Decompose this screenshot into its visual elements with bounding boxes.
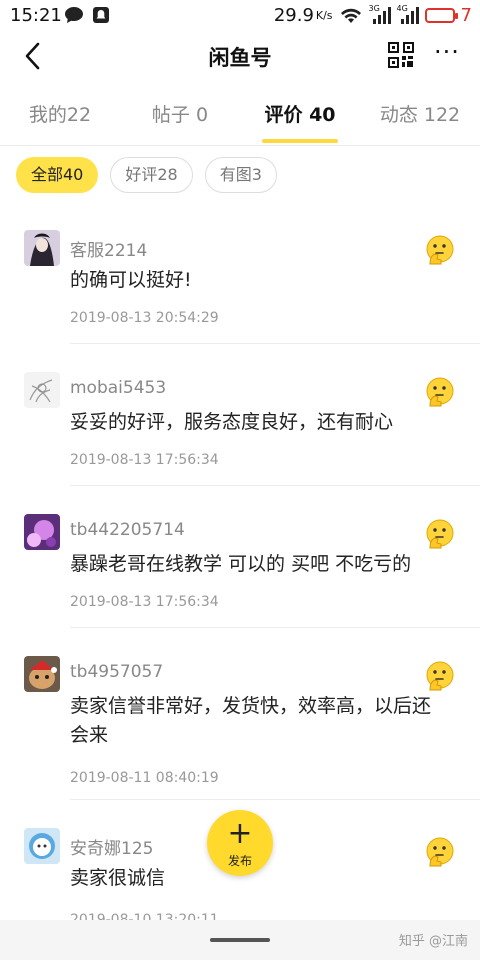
filter-bar: 全部40 好评28 有图3 xyxy=(16,157,277,193)
wifi-icon xyxy=(340,8,361,23)
active-tab-indicator xyxy=(262,139,338,143)
list-item[interactable]: tb4957057 卖家信誉非常好，发货快，效率高，以后还会来 2019-08-… xyxy=(0,638,480,800)
chat-bubble-icon xyxy=(65,7,83,23)
qr-code-icon xyxy=(388,42,414,68)
filter-positive[interactable]: 好评28 xyxy=(110,157,193,193)
review-text: 暴躁老哥在线教学 可以的 买吧 不吃亏的 xyxy=(70,553,412,575)
signal-2-label: 4G xyxy=(396,3,408,13)
list-item[interactable]: mobai5453 妥妥的好评，服务态度良好，还有耐心 2019-08-13 1… xyxy=(0,354,480,486)
tab-activity[interactable]: 动态 122 xyxy=(360,88,480,145)
divider xyxy=(70,627,480,628)
divider xyxy=(70,485,480,486)
avatar[interactable] xyxy=(24,656,60,692)
timestamp: 2019-08-13 17:56:34 xyxy=(70,594,219,610)
nav-bar: 闲鱼号 ··· xyxy=(0,32,480,80)
avatar[interactable] xyxy=(24,514,60,550)
divider xyxy=(70,799,480,800)
tab-label: 评价 40 xyxy=(264,104,336,126)
timestamp: 2019-08-13 20:54:29 xyxy=(70,310,219,326)
notification-bell-icon xyxy=(93,7,109,23)
list-item[interactable]: 客服2214 的确可以挺好! 2019-08-13 20:54:29 xyxy=(0,212,480,344)
battery-level: 7 xyxy=(460,5,472,26)
more-button[interactable]: ··· xyxy=(430,40,464,70)
tab-mine[interactable]: 我的22 xyxy=(0,88,120,145)
review-text: 妥妥的好评，服务态度良好，还有耐心 xyxy=(70,411,394,433)
avatar[interactable] xyxy=(24,828,60,864)
publish-button[interactable]: + 发布 xyxy=(207,810,273,876)
username: tb442205714 xyxy=(70,520,185,540)
filter-with-images[interactable]: 有图3 xyxy=(204,157,277,193)
review-text: 卖家信誉非常好，发货快，效率高，以后还会来 xyxy=(70,695,432,746)
network-speed: 29.9 xyxy=(273,5,314,26)
battery-icon xyxy=(424,8,458,23)
tab-bar: 我的22 帖子 0 评价 40 动态 122 xyxy=(0,88,480,146)
plus-icon: + xyxy=(227,816,253,851)
list-item[interactable]: tb442205714 暴躁老哥在线教学 可以的 买吧 不吃亏的 2019-08… xyxy=(0,496,480,628)
thinking-emoji-icon xyxy=(426,377,454,407)
thinking-emoji-icon xyxy=(426,661,454,691)
network-speed-unit: K/s xyxy=(315,9,333,22)
thinking-emoji-icon xyxy=(426,235,454,265)
username: 客服2214 xyxy=(70,241,148,261)
watermark: 知乎 @江南 xyxy=(398,934,468,949)
tab-reviews[interactable]: 评价 40 xyxy=(240,88,360,145)
username: tb4957057 xyxy=(70,662,164,682)
home-indicator[interactable] xyxy=(210,938,270,942)
qr-code-button[interactable] xyxy=(388,42,414,68)
divider xyxy=(70,343,480,344)
timestamp: 2019-08-13 17:56:34 xyxy=(70,452,219,468)
timestamp: 2019-08-11 08:40:19 xyxy=(70,770,219,786)
thinking-emoji-icon xyxy=(426,837,454,867)
avatar[interactable] xyxy=(24,372,60,408)
username: 安奇娜125 xyxy=(70,839,154,859)
tab-label: 我的22 xyxy=(28,104,92,126)
publish-label: 发布 xyxy=(227,854,252,868)
filter-all[interactable]: 全部40 xyxy=(16,157,99,193)
signal-1-label: 3G xyxy=(368,3,380,13)
review-text: 的确可以挺好! xyxy=(70,269,192,291)
username: mobai5453 xyxy=(70,378,167,398)
status-time: 15:21 xyxy=(10,5,62,26)
tab-label: 动态 122 xyxy=(379,104,461,126)
status-bar: 15:21 29.9 K/s 3G 4G 7 xyxy=(0,0,480,32)
tab-posts[interactable]: 帖子 0 xyxy=(120,88,240,145)
avatar[interactable] xyxy=(24,230,60,266)
thinking-emoji-icon xyxy=(426,519,454,549)
tab-label: 帖子 0 xyxy=(151,104,209,126)
